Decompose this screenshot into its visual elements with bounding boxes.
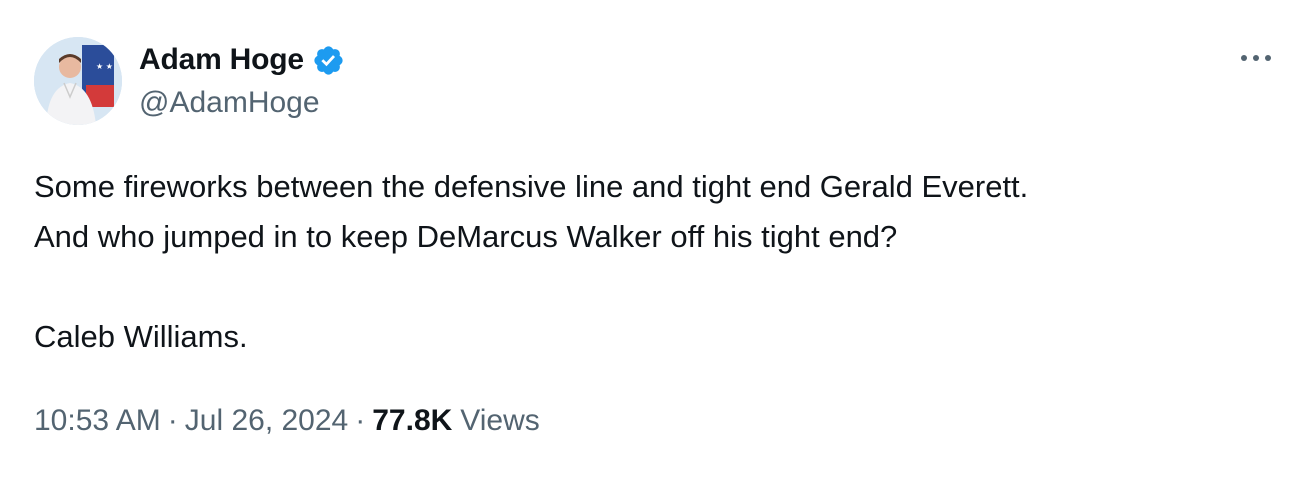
author-name-row: Adam Hoge bbox=[139, 41, 345, 79]
avatar-photo: ★ ★ bbox=[34, 37, 122, 125]
tweet-time[interactable]: 10:53 AM bbox=[34, 404, 161, 438]
tweet-meta: 10:53 AM · Jul 26, 2024 · 77.8K Views bbox=[34, 404, 540, 438]
more-options-button[interactable] bbox=[1236, 44, 1276, 72]
author-handle[interactable]: @AdamHoge bbox=[139, 86, 320, 120]
views-label[interactable]: Views bbox=[460, 404, 539, 438]
tweet-date[interactable]: Jul 26, 2024 bbox=[185, 404, 348, 438]
verified-badge-icon bbox=[314, 45, 343, 75]
tweet-text: Some fireworks between the defensive lin… bbox=[34, 162, 1274, 362]
views-count[interactable]: 77.8K bbox=[372, 404, 452, 438]
tweet-text-line: Caleb Williams. bbox=[34, 319, 248, 354]
meta-separator: · bbox=[167, 404, 178, 437]
meta-separator: · bbox=[355, 404, 366, 437]
more-horizontal-icon bbox=[1241, 55, 1271, 61]
author-display-name[interactable]: Adam Hoge bbox=[139, 43, 304, 77]
tweet-text-line: Some fireworks between the defensive lin… bbox=[34, 169, 1029, 204]
avatar[interactable]: ★ ★ bbox=[34, 37, 122, 125]
tweet-text-line: And who jumped in to keep DeMarcus Walke… bbox=[34, 219, 898, 254]
svg-text:★ ★: ★ ★ bbox=[96, 62, 113, 71]
tweet-card: ★ ★ Adam Hoge @AdamHoge Some fireworks b… bbox=[0, 0, 1297, 481]
